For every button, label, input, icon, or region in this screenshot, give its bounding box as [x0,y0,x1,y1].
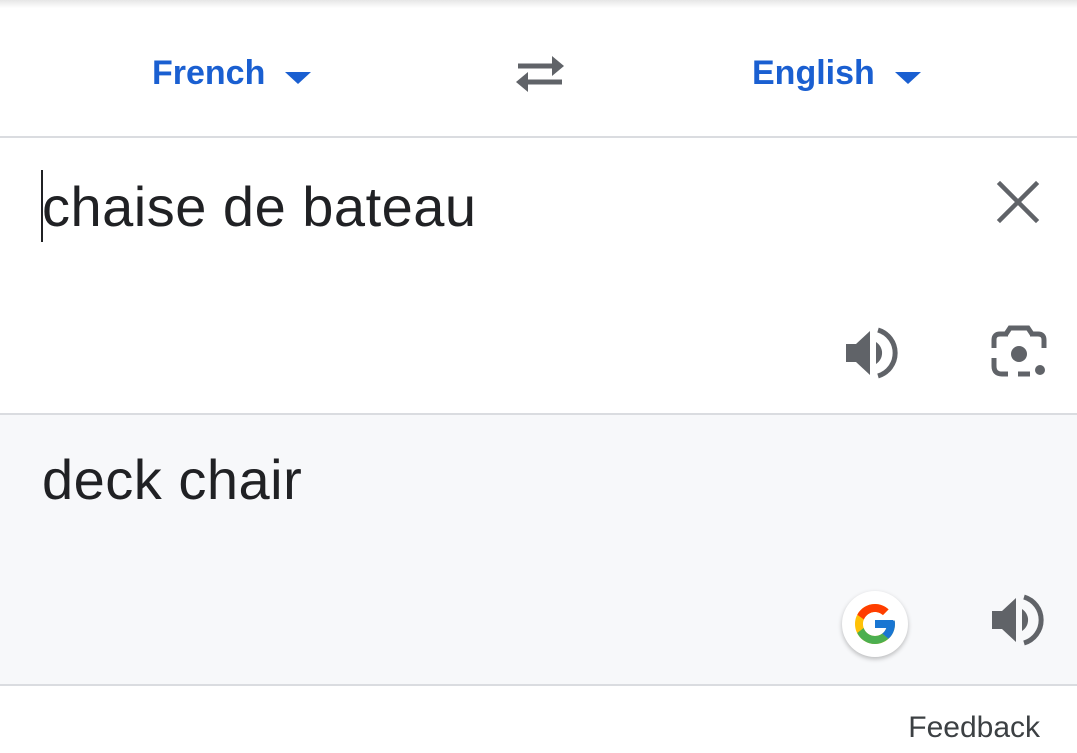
text-cursor [41,170,43,242]
google-logo-icon [855,604,895,644]
source-language-label: French [152,54,266,92]
chevron-down-icon [285,72,312,84]
target-language-label: English [752,54,875,92]
translation-output-panel: deck chair [0,415,1077,686]
listen-translation-button[interactable] [986,591,1048,649]
language-bar: French English [0,10,1077,138]
listen-source-button[interactable] [840,324,902,382]
target-language-selector[interactable]: English [752,10,921,136]
translate-app: French English chaise de bateau deck cha… [0,0,1077,753]
swap-languages-button[interactable] [510,48,570,98]
translation-text: deck chair [42,448,303,511]
top-shadow [0,0,1077,8]
source-input-panel[interactable]: chaise de bateau [0,138,1077,415]
google-search-button[interactable] [842,591,908,657]
feedback-link[interactable]: Feedback [908,708,1040,748]
chevron-down-icon [894,72,921,84]
camera-lens-icon [991,325,1047,377]
source-text-input[interactable]: chaise de bateau [42,174,477,240]
clear-text-button[interactable] [992,176,1044,228]
source-language-selector[interactable]: French [152,10,312,136]
close-icon [996,180,1040,224]
camera-translate-button[interactable] [988,324,1050,382]
volume-icon [846,327,898,379]
volume-icon [992,594,1044,646]
swap-languages-icon [516,56,564,92]
